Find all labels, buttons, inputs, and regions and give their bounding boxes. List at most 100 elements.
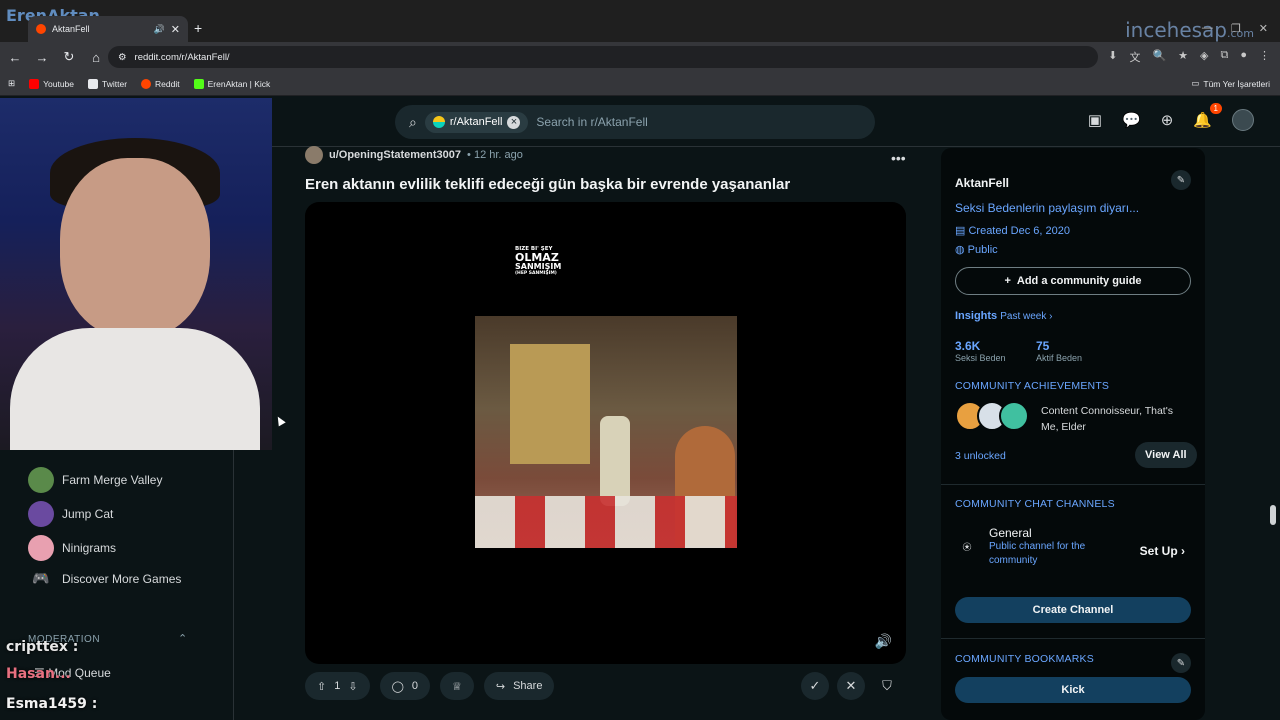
award-icon: ♕ [452,680,462,693]
downvote-icon[interactable]: ⇩ [348,680,357,693]
visibility: ◍ Public [955,244,998,256]
bookmark-star-icon[interactable]: ★ [1178,49,1188,65]
edit-bookmarks-icon[interactable]: ✎ [1171,653,1191,673]
chat-channels-title: COMMUNITY CHAT CHANNELS [955,498,1115,510]
more-options-icon[interactable]: ••• [891,150,906,166]
post-author[interactable]: u/OpeningStatement3007 [329,149,461,161]
comments-button[interactable]: ◯ 0 [379,672,430,700]
shield-icon[interactable]: ⛉ [873,672,901,700]
cat-game-icon [28,501,54,527]
mod-actions: ✓ ✕ ⛉ [801,672,901,700]
menu-icon[interactable]: ⋮ [1259,49,1270,65]
channel-general[interactable]: ⍟ General Public channel for the communi… [955,526,1191,568]
created-date: ▤ Created Dec 6, 2020 [955,225,1070,237]
url-bar[interactable]: ⚙ reddit.com/r/AktanFell/ [108,46,1098,68]
author-avatar[interactable] [305,146,323,164]
twitter-x-icon [88,78,99,89]
stream-chat-line: Hasan... [6,666,71,682]
chip-clear-icon[interactable]: × [507,115,521,129]
bookmark-kick-button[interactable]: Kick [955,677,1191,703]
sidebar-game-jump-cat[interactable]: Jump Cat [28,501,113,527]
sidebar-game-farm-merge-valley[interactable]: Farm Merge Valley [28,467,162,493]
farm-game-icon [28,467,54,493]
stream-chat-line: Esma1459 : [6,696,98,712]
window-close-icon[interactable]: ✕ [1259,22,1268,35]
community-name: AktanFell [955,176,1010,190]
upvote-icon[interactable]: ⇧ [317,680,326,693]
search-bar[interactable]: ⌕ r/AktanFell × Search in r/AktanFell [395,105,875,139]
apps-grid-icon[interactable]: ⊞ [8,78,15,89]
search-input[interactable]: Search in r/AktanFell [536,115,647,129]
post-title[interactable]: Eren aktanın evlilik teklifi edeceği gün… [305,176,790,193]
volume-icon[interactable]: 🔊 [875,633,892,650]
notifications-icon[interactable]: 🔔 1 [1193,103,1222,129]
search-icon: ⌕ [409,113,417,130]
address-row: ← → ↻ ⌂ ⚙ reddit.com/r/AktanFell/ ⬇ 文 🔍 … [0,42,1280,72]
community-description: Seksi Bedenlerin paylaşım diyarı... [955,201,1140,215]
insights-period[interactable]: Past week › [1000,311,1052,322]
toolbar-icons: ⬇ 文 🔍 ★ ◈ ⧉ ● ⋮ [1108,49,1270,65]
globe-icon: ◍ [955,244,965,256]
streamer-webcam-overlay [0,98,272,450]
minimize-icon[interactable]: — [1202,22,1213,35]
bookmark-kick[interactable]: ErenAktan | Kick [193,78,270,89]
install-icon[interactable]: ⬇ [1108,49,1117,65]
video-frame [475,316,737,548]
browser-tab[interactable]: AktanFell 🔊 ✕ [28,16,188,42]
stat-active: 75 Aktif Beden [1036,339,1083,363]
site-info-icon[interactable]: ⚙ [118,52,127,63]
zoom-icon[interactable]: 🔍 [1152,49,1166,65]
back-icon[interactable]: ← [3,50,27,65]
ads-icon[interactable]: ▣ [1088,111,1102,129]
reddit-icon [141,78,152,89]
url-text: reddit.com/r/AktanFell/ [134,51,230,63]
create-post-icon[interactable]: ⊕ [1161,111,1174,129]
page-scrollbar[interactable] [1270,505,1276,525]
bookmarks-title: COMMUNITY BOOKMARKS [955,653,1094,665]
bookmarks-bar: ⊞ Youtube Twitter Reddit ErenAktan | Kic… [0,72,1280,96]
mouse-cursor [274,414,286,427]
puzzle-icon[interactable]: ⧉ [1220,49,1228,65]
sidebar-game-ninigrams[interactable]: Ninigrams [28,535,116,561]
chevron-up-icon[interactable]: ⌃ [178,632,187,645]
right-sidebar: AktanFell ✎ Seksi Bedenlerin paylaşım di… [941,148,1205,720]
view-all-button[interactable]: View All [1135,442,1197,468]
profile-icon[interactable]: ● [1240,49,1247,65]
bookmark-twitter[interactable]: Twitter [88,78,127,89]
achievements-unlocked: 3 unlocked [955,450,1006,462]
subreddit-icon [432,116,445,128]
cake-icon: ▤ [955,225,966,237]
bookmark-reddit[interactable]: Reddit [141,78,180,89]
achievements-title: COMMUNITY ACHIEVEMENTS [955,380,1110,392]
stream-chat-line: cripttex : [6,639,79,655]
award-button[interactable]: ♕ [440,672,474,700]
edit-icon[interactable]: ✎ [1171,170,1191,190]
achievements-text: Content Connoisseur, That's Me, Elder [1041,405,1173,433]
reddit-favicon-icon [36,24,46,34]
chat-channel-icon: ⍟ [962,538,972,556]
user-avatar[interactable] [1232,109,1254,131]
video-caption: BIZE BI' ŞEY OLMAZ SANMIŞIM (HEP SANMIŞI… [515,246,562,276]
add-community-guide-button[interactable]: + Add a community guide [955,267,1191,295]
subreddit-chip[interactable]: r/AktanFell × [424,111,529,133]
share-button[interactable]: ↪ Share [483,672,555,700]
comment-icon: ◯ [391,680,404,693]
chat-icon[interactable]: 💬 [1122,111,1141,129]
video-player[interactable]: BIZE BI' ŞEY OLMAZ SANMIŞIM (HEP SANMIŞI… [305,202,906,664]
forward-icon[interactable]: → [30,50,54,65]
home-icon[interactable]: ⌂ [84,50,108,65]
remove-icon[interactable]: ✕ [837,672,865,700]
reload-icon[interactable]: ↻ [57,49,81,65]
create-channel-button[interactable]: Create Channel [955,597,1191,623]
translate-icon[interactable]: 文 [1129,49,1140,65]
approve-icon[interactable]: ✓ [801,672,829,700]
setup-button[interactable]: Set Up › [1140,544,1185,558]
bookmark-youtube[interactable]: Youtube [29,78,74,89]
extension-icon[interactable]: ◈ [1200,49,1208,65]
post-meta: u/OpeningStatement3007 • 12 hr. ago [305,146,523,164]
maximize-icon[interactable]: ❐ [1231,22,1241,35]
sidebar-discover-games[interactable]: 🎮 Discover More Games [28,570,181,587]
tab-close-icon[interactable]: ✕ [171,23,180,36]
all-bookmarks-folder[interactable]: ▭ Tüm Yer İşaretleri [1191,78,1270,89]
new-tab-icon[interactable]: + [194,20,202,36]
